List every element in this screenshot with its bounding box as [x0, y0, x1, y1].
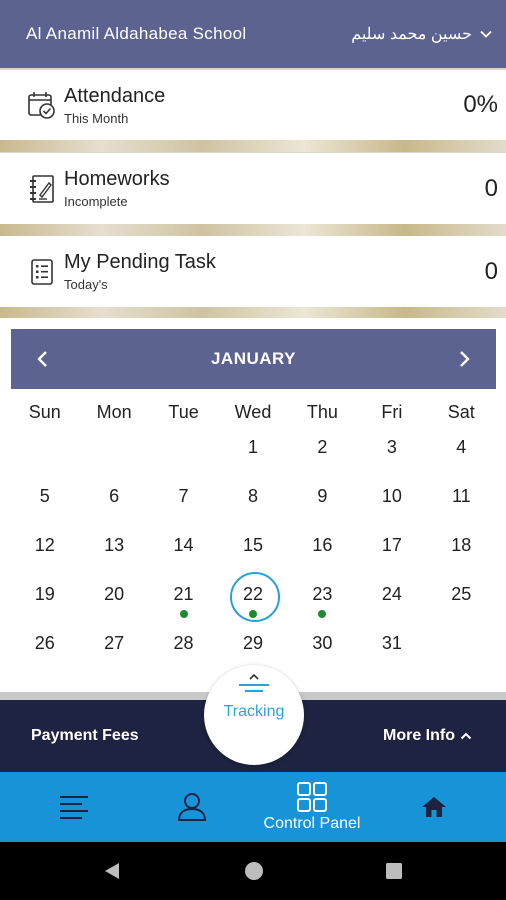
weekday-label: Sat — [447, 402, 475, 422]
calendar-empty-cell — [10, 424, 79, 473]
person-icon — [177, 793, 207, 821]
attendance-value: 0% — [463, 91, 498, 118]
chevron-right-icon — [460, 351, 470, 367]
calendar-day[interactable]: 26 — [10, 620, 79, 669]
school-name: Al Anamil Aldahabea School — [26, 24, 247, 43]
event-dot — [318, 610, 327, 618]
pending-task-value: 0 — [484, 257, 498, 285]
month-title: JANUARY — [210, 349, 297, 368]
calendar-day[interactable]: 19 — [10, 571, 79, 620]
calendar-day[interactable]: 10 — [357, 473, 426, 522]
calendar-day[interactable]: 28 — [149, 620, 218, 669]
calendar-day[interactable]: 21 — [149, 571, 218, 620]
attendance-card[interactable]: Attendance This Month 0% — [0, 70, 506, 140]
nav-profile-button[interactable] — [172, 772, 212, 842]
payment-fees-button[interactable]: Payment Fees — [31, 727, 139, 745]
control-panel-label: Control Panel — [263, 815, 361, 832]
user-name: حسين محمد سليم — [351, 26, 472, 43]
calendar-day[interactable]: 16 — [288, 522, 357, 571]
calendar-day[interactable]: 18 — [427, 522, 496, 571]
calendar-day[interactable]: 31 — [357, 620, 426, 669]
chevron-down-icon — [480, 30, 492, 38]
calendar-day[interactable]: 27 — [79, 620, 148, 669]
weekday-label: Sun — [28, 402, 61, 422]
tracking-label: Tracking — [223, 703, 285, 720]
homeworks-title: Homeworks — [64, 168, 170, 190]
calendar-day[interactable]: 29 — [218, 620, 287, 669]
calendar-check-icon — [26, 89, 58, 121]
user-menu[interactable]: حسين محمد سليم — [351, 24, 492, 44]
more-info-label: More Info — [383, 727, 455, 744]
calendar-day[interactable]: 23 — [288, 571, 357, 620]
calendar: JANUARY Sun Mon Tue Wed Thu Fri Sat 1234… — [0, 318, 506, 692]
calendar-day[interactable]: 22 — [218, 571, 287, 622]
weekday-label: Fri — [381, 402, 403, 422]
menu-lines-icon — [60, 796, 88, 819]
calendar-empty-cell — [427, 620, 496, 669]
chevron-up-icon — [249, 673, 259, 680]
homeworks-card[interactable]: Homeworks Incomplete 0 — [0, 153, 506, 224]
calendar-day[interactable]: 24 — [357, 571, 426, 620]
attendance-title: Attendance — [64, 84, 166, 107]
calendar-day[interactable]: 8 — [218, 473, 287, 522]
tracking-button[interactable]: Tracking — [204, 665, 304, 765]
home-circle-icon[interactable] — [244, 861, 264, 881]
background-image — [0, 224, 506, 236]
nav-home-button[interactable] — [418, 772, 450, 842]
calendar-header: JANUARY — [11, 329, 496, 389]
event-dot — [179, 610, 188, 618]
chevron-left-icon — [37, 351, 47, 367]
previous-month-button[interactable] — [31, 347, 55, 371]
calendar-day[interactable]: 13 — [79, 522, 148, 571]
nav-control-panel-button[interactable]: Control Panel — [250, 772, 374, 842]
calendar-day[interactable]: 5 — [10, 473, 79, 522]
nav-menu-button[interactable] — [54, 772, 94, 842]
pending-task-subtitle: Today's — [64, 277, 108, 292]
calendar-grid: Sun Mon Tue Wed Thu Fri Sat 1 2 3 4 5 6 7 8 9 10 1… — [10, 402, 496, 669]
calendar-day[interactable]: 17 — [357, 522, 426, 571]
notebook-icon — [26, 173, 58, 205]
pending-task-card[interactable]: My Pending Task Today's 0 — [0, 236, 506, 307]
next-month-button[interactable] — [452, 347, 476, 371]
calendar-day[interactable]: 15 — [218, 522, 287, 571]
calendar-empty-cell — [149, 424, 218, 473]
home-icon — [422, 797, 446, 817]
calendar-day[interactable]: 25 — [427, 571, 496, 620]
weekday-label: Wed — [234, 402, 272, 422]
weekday-label: Thu — [306, 402, 338, 422]
calendar-day[interactable]: 6 — [79, 473, 148, 522]
calendar-day[interactable]: 20 — [79, 571, 148, 620]
calendar-day[interactable]: 14 — [149, 522, 218, 571]
homeworks-subtitle: Incomplete — [64, 194, 128, 209]
pending-task-title: My Pending Task — [64, 251, 216, 273]
chevron-up-icon — [460, 732, 472, 740]
calendar-day[interactable]: 30 — [288, 620, 357, 669]
grid-icon — [297, 782, 327, 812]
handle-lines-icon — [239, 684, 269, 692]
homeworks-value: 0 — [484, 174, 498, 202]
background-image — [0, 140, 506, 152]
calendar-day[interactable]: 9 — [288, 473, 357, 522]
calendar-day[interactable]: 11 — [427, 473, 496, 522]
weekday-label: Mon — [96, 402, 132, 422]
event-dot — [248, 610, 257, 618]
calendar-day[interactable]: 3 — [357, 424, 426, 473]
system-navigation-bar — [0, 842, 506, 900]
calendar-day[interactable]: 12 — [10, 522, 79, 571]
calendar-empty-cell — [79, 424, 148, 473]
attendance-subtitle: This Month — [64, 110, 129, 126]
app-header: Al Anamil Aldahabea School حسين محمد سلي… — [0, 0, 506, 68]
back-icon[interactable] — [102, 861, 122, 881]
calendar-day[interactable]: 4 — [427, 424, 496, 473]
calendar-day[interactable]: 7 — [149, 473, 218, 522]
weekday-label: Tue — [168, 402, 199, 422]
more-info-button[interactable]: More Info — [383, 727, 472, 745]
recents-icon[interactable] — [384, 861, 404, 881]
calendar-day[interactable]: 1 — [218, 424, 287, 473]
bottom-navigation: Control Panel — [0, 772, 506, 842]
task-list-icon — [26, 256, 58, 288]
calendar-day[interactable]: 2 — [288, 424, 357, 473]
